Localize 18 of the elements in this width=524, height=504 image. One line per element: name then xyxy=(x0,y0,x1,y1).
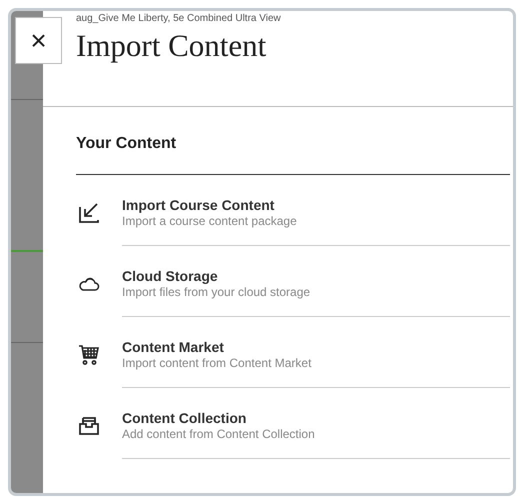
item-description: Import a course content package xyxy=(122,214,298,228)
content-source-item[interactable]: Import Course Content Import a course content package xyxy=(76,175,510,246)
section-heading: Your Content xyxy=(76,107,510,175)
item-title: Import Course Content xyxy=(122,196,276,214)
close-button[interactable]: × xyxy=(15,17,62,64)
item-title: Content Collection xyxy=(122,410,248,426)
import-arrow-icon xyxy=(77,200,101,224)
content-source-item[interactable]: Content Market Import content from Content Market xyxy=(76,317,510,388)
shopping-cart-icon xyxy=(77,342,101,366)
item-description: Import content from Content Market xyxy=(122,356,312,370)
item-title: Cloud Storage xyxy=(122,268,219,284)
content-source-item[interactable]: Content Collection Add content from Content Collection xyxy=(76,388,510,459)
item-title: Content Market xyxy=(122,338,225,356)
panel-title: Import Content xyxy=(76,30,268,61)
item-description: Add content from Content Collection xyxy=(122,426,316,440)
item-description: Import files from your cloud storage xyxy=(122,284,312,298)
content-source-item[interactable]: Cloud Storage Import files from your cloud storage xyxy=(76,246,510,317)
breadcrumb-text: aug_Give Me Liberty, 5e Combined Ultra View xyxy=(76,13,282,25)
